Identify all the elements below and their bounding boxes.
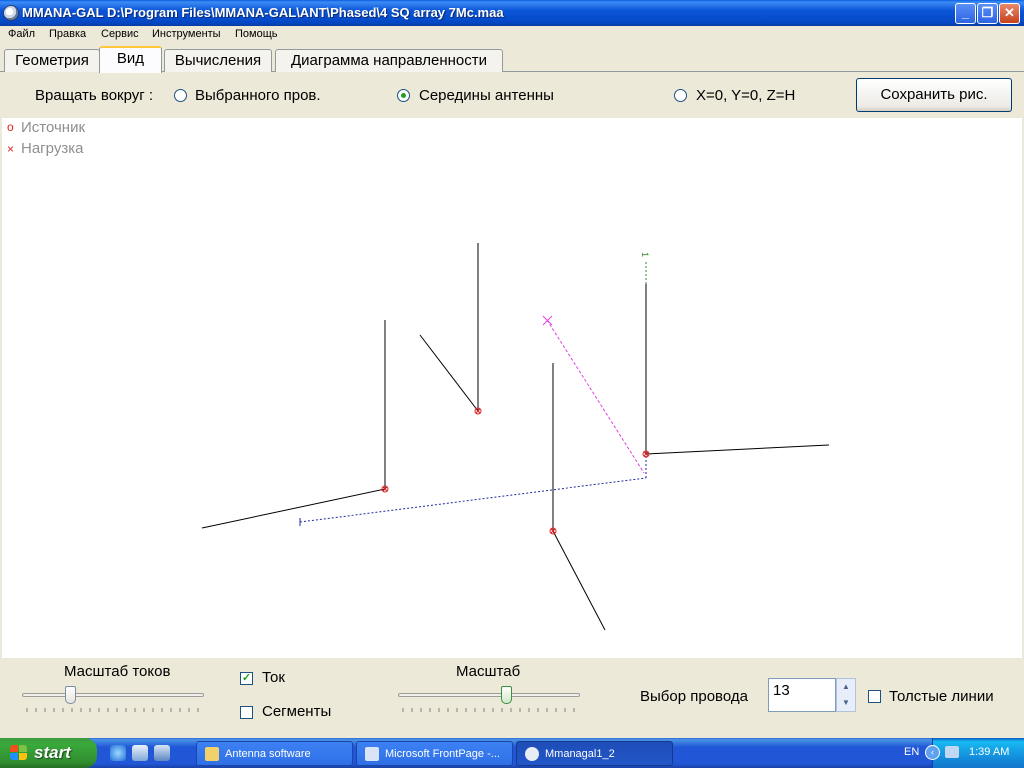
antenna-view-canvas[interactable]: o Источник × Нагрузка 1 — [2, 118, 1022, 658]
feed-line-blue — [299, 477, 647, 523]
bottom-controls: Масштаб токов ✓ Ток Сегменты Масштаб Выб… — [0, 658, 1024, 738]
current-scale-slider-track[interactable] — [22, 693, 204, 697]
menu-bar: Файл Правка Сервис Инструменты Помощь — [0, 26, 1024, 45]
current-scale-label: Масштаб токов — [64, 663, 171, 680]
tab-pattern[interactable]: Диаграмма направленности — [275, 49, 503, 72]
language-indicator[interactable]: EN — [904, 746, 919, 758]
menu-edit[interactable]: Правка — [49, 28, 86, 40]
save-picture-button[interactable]: Сохранить рис. — [856, 78, 1012, 112]
app-icon[interactable] — [3, 5, 19, 21]
scale-label: Масштаб — [456, 663, 521, 680]
taskbar: start Antenna software Microsoft FrontPa… — [0, 738, 1024, 768]
system-tray: ‹ 1:39 AM — [925, 738, 1024, 768]
wire-select-label: Выбор провода — [640, 688, 748, 705]
clock[interactable]: 1:39 AM — [969, 746, 1009, 758]
radio-origin-label[interactable]: X=0, Y=0, Z=H — [696, 87, 795, 104]
current-checkbox-label[interactable]: Ток — [262, 669, 285, 686]
segments-checkbox-label[interactable]: Сегменты — [262, 703, 331, 720]
mmana-icon — [525, 747, 539, 761]
spin-up-icon[interactable]: ▲ — [837, 679, 855, 695]
scale-slider-track[interactable] — [398, 693, 580, 697]
task-mmanagal[interactable]: Mmanagal1_2 — [516, 741, 673, 766]
internet-explorer-icon[interactable] — [110, 745, 126, 761]
menu-tools[interactable]: Инструменты — [152, 28, 221, 40]
window-title: MMANA-GAL D:\Program Files\MMANA-GAL\ANT… — [22, 5, 504, 20]
folder-icon — [205, 747, 219, 761]
scale-slider-thumb[interactable] — [500, 686, 512, 704]
menu-service[interactable]: Сервис — [101, 28, 139, 40]
radio-antenna-center[interactable] — [397, 89, 410, 102]
network-icon[interactable] — [945, 746, 959, 758]
show-desktop-icon[interactable] — [132, 745, 148, 761]
rotate-options-panel: Вращать вокруг : Выбранного пров. Середи… — [2, 72, 1022, 118]
wire-left-horizontal — [201, 488, 386, 529]
radio-origin[interactable] — [674, 89, 687, 102]
frontpage-icon — [365, 747, 379, 761]
current-scale-slider-thumb[interactable] — [64, 686, 76, 704]
segments-checkbox[interactable] — [240, 706, 253, 719]
spin-down-icon[interactable]: ▼ — [837, 695, 855, 711]
wire-right-horizontal — [645, 444, 830, 455]
task-label: Mmanagal1_2 — [545, 748, 615, 760]
scale-ticks — [402, 708, 575, 712]
wire-select-spinner[interactable]: ▲ ▼ — [836, 678, 856, 712]
task-frontpage[interactable]: Microsoft FrontPage -... — [356, 741, 513, 766]
task-label: Antenna software — [225, 748, 311, 760]
restore-button[interactable]: ❐ — [977, 3, 998, 24]
antenna-wireframe: 1 — [201, 243, 830, 631]
wire-select-input[interactable]: 13 — [768, 678, 836, 712]
current-scale-ticks — [26, 708, 199, 712]
windows-logo-icon — [10, 745, 28, 761]
application-window: MMANA-GAL D:\Program Files\MMANA-GAL\ANT… — [0, 0, 1024, 738]
thick-lines-label[interactable]: Толстые линии — [889, 688, 994, 705]
start-label: start — [34, 743, 71, 762]
start-button[interactable]: start — [0, 738, 97, 768]
tab-strip: Геометрия Вид Вычисления Диаграмма напра… — [0, 46, 1024, 73]
title-bar[interactable]: MMANA-GAL D:\Program Files\MMANA-GAL\ANT… — [0, 0, 1024, 26]
minimize-button[interactable]: _ — [955, 3, 976, 24]
menu-help[interactable]: Помощь — [235, 28, 278, 40]
task-antenna-software[interactable]: Antenna software — [196, 741, 353, 766]
wire-number-label: 1 — [640, 252, 650, 257]
thick-lines-checkbox[interactable] — [868, 690, 881, 703]
current-checkbox[interactable]: ✓ — [240, 672, 253, 685]
rotate-label: Вращать вокруг : — [35, 87, 154, 104]
radio-selected-wire-label[interactable]: Выбранного пров. — [195, 87, 321, 104]
task-label: Microsoft FrontPage -... — [385, 748, 500, 760]
tab-geometry[interactable]: Геометрия — [4, 49, 100, 72]
feed-line-magenta — [546, 319, 645, 474]
wire-front-diagonal — [552, 530, 606, 631]
menu-file[interactable]: Файл — [8, 28, 35, 40]
load-marker — [542, 315, 553, 326]
radio-antenna-center-label[interactable]: Середины антенны — [419, 87, 554, 104]
radio-selected-wire[interactable] — [174, 89, 187, 102]
wire-back-diagonal — [419, 334, 479, 412]
close-button[interactable]: ✕ — [999, 3, 1020, 24]
tab-view[interactable]: Вид — [99, 46, 162, 73]
tray-expand-icon[interactable]: ‹ — [925, 745, 940, 760]
tab-calculations[interactable]: Вычисления — [164, 49, 272, 72]
media-player-icon[interactable] — [154, 745, 170, 761]
